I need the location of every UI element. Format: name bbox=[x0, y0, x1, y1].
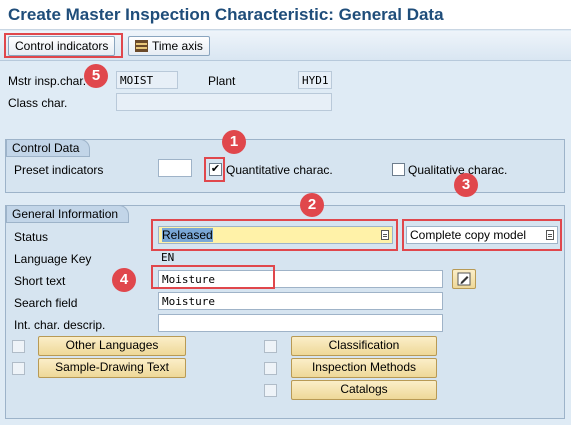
annotation-badge-2: 2 bbox=[300, 193, 324, 217]
other-languages-indicator bbox=[12, 340, 25, 353]
class-char-label: Class char. bbox=[8, 96, 68, 110]
time-axis-icon bbox=[135, 40, 148, 52]
plant-label: Plant bbox=[208, 74, 236, 88]
search-field-input[interactable]: Moisture bbox=[158, 292, 443, 310]
window-title: Create Master Inspection Characteristic:… bbox=[8, 5, 444, 24]
classification-indicator bbox=[264, 340, 277, 353]
annotation-badge-5: 5 bbox=[84, 64, 108, 88]
preset-indicators-label: Preset indicators bbox=[14, 163, 104, 177]
catalogs-indicator bbox=[264, 384, 277, 397]
highlight-copy-model bbox=[402, 219, 562, 251]
time-axis-button[interactable]: Time axis bbox=[128, 36, 210, 56]
annotation-badge-1: 1 bbox=[222, 130, 246, 154]
inspection-methods-indicator bbox=[264, 362, 277, 375]
inspection-methods-button[interactable]: Inspection Methods bbox=[291, 358, 437, 378]
int-char-descrip-label: Int. char. descrip. bbox=[14, 318, 106, 332]
sample-drawing-text-button[interactable]: Sample-Drawing Text bbox=[38, 358, 186, 378]
qualitative-checkbox[interactable] bbox=[392, 163, 405, 176]
highlight-status bbox=[151, 219, 398, 251]
annotation-badge-3: 3 bbox=[454, 173, 478, 197]
mstr-insp-char-field[interactable]: MOIST bbox=[116, 71, 178, 89]
short-text-label: Short text bbox=[14, 274, 66, 288]
language-key-label: Language Key bbox=[14, 252, 92, 266]
highlight-quantitative bbox=[204, 157, 225, 182]
status-label: Status bbox=[14, 230, 49, 244]
general-information-title: General Information bbox=[6, 205, 130, 223]
other-languages-button[interactable]: Other Languages bbox=[38, 336, 186, 356]
int-char-descrip-field[interactable] bbox=[158, 314, 443, 332]
annotation-badge-4: 4 bbox=[112, 268, 136, 292]
plant-field[interactable]: HYD1 bbox=[298, 71, 332, 89]
pencil-edit-icon bbox=[457, 272, 471, 286]
highlight-short-text bbox=[151, 265, 275, 289]
class-char-field[interactable] bbox=[116, 93, 332, 111]
highlight-control-indicators bbox=[4, 33, 123, 58]
preset-indicators-field[interactable] bbox=[158, 159, 192, 177]
title-bar: Create Master Inspection Characteristic:… bbox=[0, 0, 571, 30]
search-field-label: Search field bbox=[14, 296, 78, 310]
control-data-title: Control Data bbox=[6, 139, 91, 157]
classification-button[interactable]: Classification bbox=[291, 336, 437, 356]
edit-long-text-button[interactable] bbox=[452, 269, 476, 289]
quantitative-label: Quantitative charac. bbox=[226, 163, 333, 177]
time-axis-label: Time axis bbox=[152, 39, 203, 53]
sample-drawing-indicator bbox=[12, 362, 25, 375]
mstr-insp-char-label: Mstr insp.char. bbox=[8, 74, 87, 88]
catalogs-button[interactable]: Catalogs bbox=[291, 380, 437, 400]
